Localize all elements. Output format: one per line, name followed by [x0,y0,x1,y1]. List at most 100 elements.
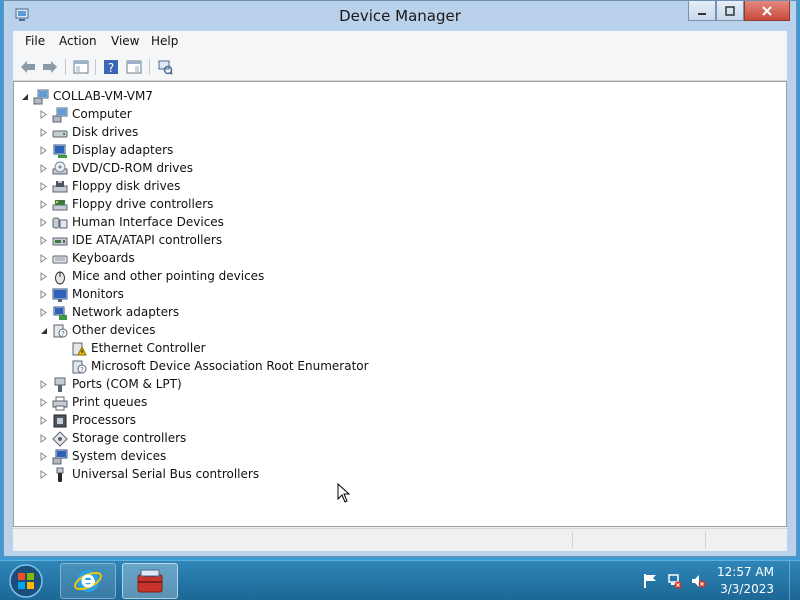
tree-node-print-queues[interactable]: Print queues [14,394,514,412]
collapsed-arrow-icon[interactable] [39,452,48,461]
tree-root[interactable]: COLLAB-VM-VM7 [14,88,414,106]
tree-node-label: Print queues [72,395,148,409]
port-icon [54,377,66,392]
close-icon [762,5,772,16]
menu-view[interactable]: View [109,34,141,48]
tree-node-storage-controllers[interactable]: Storage controllers [14,430,514,448]
tree-node-label: Storage controllers [72,431,187,445]
volume-muted-icon[interactable] [690,573,706,589]
system-device-icon [52,449,68,465]
hid-icon [52,217,68,229]
tree-node-display-adapters[interactable]: Display adapters [14,142,514,160]
close-button[interactable] [744,1,790,21]
scan-hardware-button[interactable] [155,57,175,77]
menu-file[interactable]: File [23,34,47,48]
collapsed-arrow-icon[interactable] [39,308,48,317]
window-title: Device Manager [339,7,461,25]
warning-device-icon [72,342,87,356]
tree-node-dvd-cd-rom-drives[interactable]: DVD/CD-ROM drives [14,160,514,178]
tree-node-label: Computer [72,107,132,121]
tree-node-monitors[interactable]: Monitors [14,286,514,304]
tree-child-microsoft-device-association-root-enumerator[interactable]: ? Microsoft Device Association Root Enume… [14,358,614,376]
taskbar-internet-explorer[interactable] [60,563,116,599]
collapsed-arrow-icon[interactable] [39,182,48,191]
tree-child-label: Microsoft Device Association Root Enumer… [91,359,369,373]
forward-button[interactable] [40,57,60,77]
collapsed-arrow-icon[interactable] [39,236,48,245]
menu-action[interactable]: Action [57,34,99,48]
computer-icon [33,89,49,105]
collapsed-arrow-icon[interactable] [39,218,48,227]
collapsed-arrow-icon[interactable] [39,416,48,425]
storage-controller-icon [52,431,68,447]
client-area: File Action View Help ? COLLAB-VM-VM7 Co… [13,31,787,551]
unknown-device-icon: ? [72,360,87,374]
toolbar-separator [65,59,66,75]
svg-text:?: ? [80,366,84,374]
toolbar: ? [13,53,787,81]
tree-node-label: DVD/CD-ROM drives [72,161,194,175]
tree-node-ide-ata-atapi-controllers[interactable]: IDE ATA/ATAPI controllers [14,232,514,250]
tree-node-universal-serial-bus-controllers[interactable]: Universal Serial Bus controllers [14,466,514,484]
tree-node-system-devices[interactable]: System devices [14,448,514,466]
expanded-arrow-icon[interactable] [20,92,29,101]
back-button[interactable] [18,57,38,77]
collapsed-arrow-icon[interactable] [39,200,48,209]
minimize-icon [698,12,706,15]
tree-node-floppy-disk-drives[interactable]: Floppy disk drives [14,178,514,196]
collapsed-arrow-icon[interactable] [39,110,48,119]
tree-child-ethernet-controller[interactable]: Ethernet Controller [14,340,614,358]
collapsed-arrow-icon[interactable] [39,272,48,281]
minimize-button[interactable] [688,1,716,21]
device-tree[interactable]: COLLAB-VM-VM7 Computer Disk drives Display… [13,81,787,527]
show-hide-console-tree-button[interactable] [71,57,91,77]
keyboard-icon [52,255,68,264]
title-bar[interactable]: Device Manager [4,1,796,31]
back-arrow-icon [21,61,35,73]
collapsed-arrow-icon[interactable] [39,146,48,155]
tree-node-computer[interactable]: Computer [14,106,514,124]
printer-icon [52,396,68,411]
collapsed-arrow-icon[interactable] [39,434,48,443]
tree-node-label: Floppy disk drives [72,179,181,193]
tree-node-other-devices[interactable]: ? Other devices [14,322,514,340]
expanded-arrow-icon[interactable] [39,326,48,335]
clock-date[interactable]: 3/3/2023 [720,582,774,596]
tree-node-floppy-drive-controllers[interactable]: Floppy drive controllers [14,196,514,214]
maximize-icon [725,5,735,16]
tree-node-network-adapters[interactable]: Network adapters [14,304,514,322]
tree-node-label: Other devices [72,323,156,337]
start-button[interactable] [6,563,46,599]
device-manager-window: Device Manager File Action View Help ? C… [3,0,797,557]
tree-node-ports-com-lpt[interactable]: Ports (COM & LPT) [14,376,514,394]
collapsed-arrow-icon[interactable] [39,164,48,173]
tree-node-label: Ports (COM & LPT) [72,377,182,391]
properties-button[interactable] [124,57,144,77]
tree-root-label: COLLAB-VM-VM7 [53,89,153,103]
mouse-icon [55,271,65,285]
maximize-button[interactable] [716,1,744,21]
svg-text:?: ? [108,61,114,75]
svg-text:?: ? [61,330,65,338]
taskbar-device-manager[interactable] [122,563,178,599]
forward-arrow-icon [43,61,57,73]
collapsed-arrow-icon[interactable] [39,254,48,263]
tree-node-mice-and-other-pointing-devices[interactable]: Mice and other pointing devices [14,268,514,286]
tree-node-processors[interactable]: Processors [14,412,514,430]
help-button[interactable]: ? [101,57,121,77]
network-icon[interactable] [666,573,682,589]
tree-node-keyboards[interactable]: Keyboards [14,250,514,268]
flag-icon[interactable] [642,573,658,589]
collapsed-arrow-icon[interactable] [39,470,48,479]
menu-help[interactable]: Help [149,34,180,48]
clock-time[interactable]: 12:57 AM [717,565,774,579]
collapsed-arrow-icon[interactable] [39,290,48,299]
show-desktop-button[interactable] [789,561,800,600]
collapsed-arrow-icon[interactable] [39,128,48,137]
collapsed-arrow-icon[interactable] [39,380,48,389]
tree-node-label: Universal Serial Bus controllers [72,467,260,481]
tree-node-disk-drives[interactable]: Disk drives [14,124,514,142]
collapsed-arrow-icon[interactable] [39,398,48,407]
dvd-drive-icon [52,161,68,175]
tree-node-human-interface-devices[interactable]: Human Interface Devices [14,214,514,232]
